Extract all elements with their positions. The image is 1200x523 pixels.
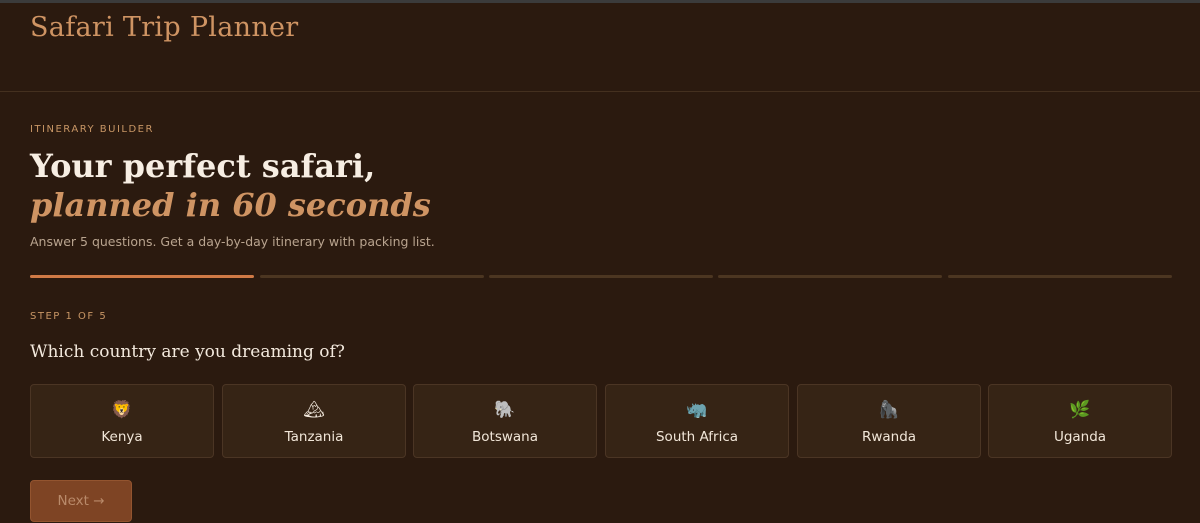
progress-segment: [30, 275, 254, 278]
option-botswana[interactable]: 🐘 Botswana: [413, 384, 597, 458]
option-kenya[interactable]: 🦁 Kenya: [30, 384, 214, 458]
option-label: South Africa: [655, 429, 739, 445]
app-header: Safari Trip Planner: [0, 3, 1200, 92]
page-title-accent: planned in 60 seconds: [30, 186, 431, 224]
option-uganda[interactable]: 🌿 Uganda: [988, 384, 1172, 458]
option-label: Tanzania: [284, 429, 344, 445]
option-south-africa[interactable]: 🦏 South Africa: [605, 384, 789, 458]
option-rwanda[interactable]: 🦍 Rwanda: [797, 384, 981, 458]
progress-segment: [260, 275, 484, 278]
step-label: STEP 1 OF 5: [30, 311, 108, 322]
option-label: Rwanda: [861, 429, 917, 445]
step-question: Which country are you dreaming of?: [30, 342, 345, 362]
elephant-icon: 🐘: [494, 400, 516, 420]
step-progress-bar: [30, 275, 1172, 279]
country-options: 🦁 Kenya 🏔 Tanzania 🐘 Botswana 🦏 South Af…: [30, 384, 1172, 458]
rhino-icon: 🦏: [686, 400, 708, 420]
option-label: Botswana: [472, 429, 538, 445]
app-title: Safari Trip Planner: [30, 12, 299, 43]
page-subtitle: Answer 5 questions. Get a day-by-day iti…: [30, 234, 435, 249]
option-tanzania[interactable]: 🏔 Tanzania: [222, 384, 406, 458]
option-label: Kenya: [101, 429, 143, 445]
option-label: Uganda: [1053, 429, 1107, 445]
section-eyebrow: ITINERARY BUILDER: [30, 124, 154, 135]
mountain-icon: 🏔: [303, 400, 325, 420]
progress-segment: [489, 275, 713, 278]
next-button[interactable]: Next →: [30, 480, 132, 522]
herb-icon: 🌿: [1069, 400, 1091, 420]
progress-segment: [948, 275, 1172, 278]
progress-segment: [718, 275, 942, 278]
gorilla-icon: 🦍: [878, 400, 900, 420]
page-title: Your perfect safari,: [30, 147, 376, 185]
lion-icon: 🦁: [111, 400, 133, 420]
